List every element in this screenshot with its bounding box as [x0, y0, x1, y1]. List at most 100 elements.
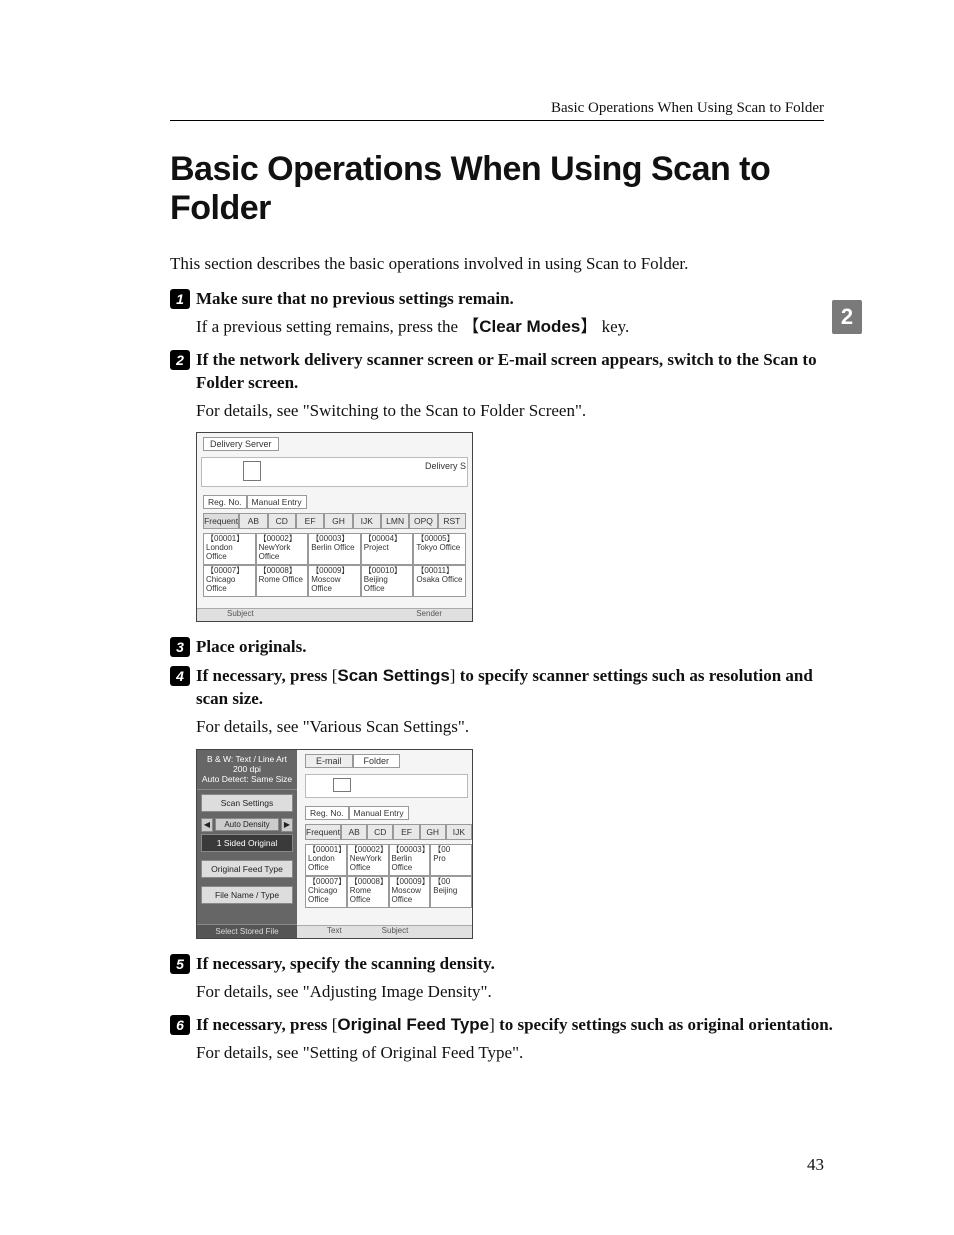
folder-icon — [333, 778, 351, 792]
reg-no-button[interactable]: Reg. No. — [305, 806, 349, 820]
delivery-server-screenshot: Delivery Server Delivery S Reg. No. Manu… — [196, 432, 473, 622]
alpha-tab[interactable]: AB — [341, 824, 367, 840]
destination-button[interactable]: 【00009】 Moscow Office — [389, 876, 431, 908]
destination-button[interactable]: 【00003】 Berlin Office — [308, 533, 361, 565]
original-feed-type-key: Original Feed Type — [332, 1015, 495, 1034]
step-6-title-a: If necessary, press — [196, 1015, 332, 1034]
alpha-tab[interactable]: OPQ — [409, 513, 437, 529]
running-head: Basic Operations When Using Scan to Fold… — [551, 100, 824, 117]
subject-button[interactable]: Subject — [382, 926, 409, 938]
step-number-icon: 4 — [170, 666, 190, 686]
folder-tab[interactable]: Folder — [353, 754, 401, 768]
select-stored-file-button[interactable]: Select Stored File — [197, 924, 297, 938]
sided-original-button[interactable]: 1 Sided Original — [201, 834, 293, 852]
reg-row: Reg. No. Manual Entry — [305, 806, 409, 820]
alpha-tab[interactable]: Frequent — [305, 824, 341, 840]
scan-mode-display: B & W: Text / Line Art 200 dpi Auto Dete… — [197, 750, 297, 790]
destination-button[interactable]: 【00003】 Berlin Office — [389, 844, 431, 876]
mode-line: 200 dpi — [199, 764, 295, 774]
density-up-icon[interactable]: ▶ — [281, 818, 293, 832]
destination-button[interactable]: 【00009】 Moscow Office — [308, 565, 361, 597]
step-6: 6 If necessary, press Original Feed Type… — [170, 1014, 834, 1065]
step-5-body: For details, see "Adjusting Image Densit… — [196, 980, 834, 1004]
file-name-type-button[interactable]: File Name / Type — [201, 886, 293, 904]
step-4-body: For details, see "Various Scan Settings"… — [196, 715, 834, 739]
delivery-server-tab[interactable]: Delivery Server — [203, 437, 279, 451]
step-number-icon: 5 — [170, 954, 190, 974]
step-4-title: If necessary, press Scan Settings to spe… — [196, 665, 834, 711]
alpha-tab[interactable]: LMN — [381, 513, 409, 529]
destination-button[interactable]: 【00002】 NewYork Office — [256, 533, 309, 565]
step-number-icon: 3 — [170, 637, 190, 657]
alpha-tab[interactable]: EF — [393, 824, 419, 840]
dest-row: 【00001】 London Office 【00002】 NewYork Of… — [203, 533, 466, 565]
alpha-tab[interactable]: GH — [420, 824, 446, 840]
destination-button[interactable]: 【00 Pro — [430, 844, 472, 876]
destination-button[interactable]: 【00008】 Rome Office — [256, 565, 309, 597]
right-panel: E-mail Folder Reg. No. Manual Entry Freq… — [297, 750, 472, 938]
step-1-text-b: key. — [597, 317, 629, 336]
mode-tabs: E-mail Folder — [305, 754, 400, 768]
alpha-tab[interactable]: Frequent — [203, 513, 239, 529]
alpha-tabs: Frequent AB CD EF GH IJK LMN OPQ RST — [203, 513, 466, 529]
step-2: 2 If the network delivery scanner screen… — [170, 349, 834, 423]
scan-settings-key: Scan Settings — [332, 666, 456, 685]
alpha-tab[interactable]: EF — [296, 513, 324, 529]
delivery-label: Delivery S — [425, 461, 466, 471]
email-tab[interactable]: E-mail — [305, 754, 353, 768]
destination-button[interactable]: 【00011】 Osaka Office — [413, 565, 466, 597]
mode-line: Auto Detect: Same Size — [199, 774, 295, 784]
destination-button[interactable]: 【00007】 Chicago Office — [305, 876, 347, 908]
density-down-icon[interactable]: ◀ — [201, 818, 213, 832]
document-icon — [243, 461, 261, 481]
page-title: Basic Operations When Using Scan to Fold… — [170, 150, 834, 228]
alpha-tab[interactable]: CD — [268, 513, 296, 529]
bottom-bar: Subject Sender — [197, 608, 472, 621]
step-2-title: If the network delivery scanner screen o… — [196, 349, 834, 395]
alpha-tab[interactable]: AB — [239, 513, 267, 529]
destination-button[interactable]: 【00010】 Beijing Office — [361, 565, 414, 597]
destination-button[interactable]: 【00001】 London Office — [305, 844, 347, 876]
auto-density-button[interactable]: Auto Density — [215, 818, 279, 831]
subject-button[interactable]: Subject — [227, 609, 254, 621]
density-control: ◀ Auto Density ▶ — [201, 818, 293, 832]
manual-entry-button[interactable]: Manual Entry — [247, 495, 307, 509]
step-6-title-b: to specify settings such as original ori… — [495, 1015, 833, 1034]
scan-settings-button[interactable]: Scan Settings — [201, 794, 293, 812]
step-6-title: If necessary, press Original Feed Type t… — [196, 1014, 833, 1037]
step-5-title: If necessary, specify the scanning densi… — [196, 953, 495, 976]
alpha-tab[interactable]: IJK — [446, 824, 472, 840]
step-1-title: Make sure that no previous settings rema… — [196, 288, 514, 311]
destination-button[interactable]: 【00005】 Tokyo Office — [413, 533, 466, 565]
original-feed-type-button[interactable]: Original Feed Type — [201, 860, 293, 878]
destination-button[interactable]: 【00004】 Project — [361, 533, 414, 565]
reg-row: Reg. No. Manual Entry — [203, 495, 307, 509]
destination-button[interactable]: 【00008】 Rome Office — [347, 876, 389, 908]
alpha-tab[interactable]: IJK — [353, 513, 381, 529]
step-4: 4 If necessary, press Scan Settings to s… — [170, 665, 834, 739]
text-button[interactable]: Text — [327, 926, 342, 938]
destination-button[interactable]: 【00002】 NewYork Office — [347, 844, 389, 876]
intro-paragraph: This section describes the basic operati… — [170, 254, 834, 274]
chapter-side-tab: 2 — [832, 300, 862, 334]
manual-entry-button[interactable]: Manual Entry — [349, 806, 409, 820]
sender-button[interactable]: Sender — [416, 609, 442, 621]
alpha-tab[interactable]: CD — [367, 824, 393, 840]
step-5: 5 If necessary, specify the scanning den… — [170, 953, 834, 1004]
alpha-tabs: Frequent AB CD EF GH IJK — [305, 824, 472, 840]
reg-no-button[interactable]: Reg. No. — [203, 495, 247, 509]
step-number-icon: 1 — [170, 289, 190, 309]
alpha-tab[interactable]: RST — [438, 513, 466, 529]
step-1: 1 Make sure that no previous settings re… — [170, 288, 834, 339]
header-rule — [170, 120, 824, 121]
destination-button[interactable]: 【00007】 Chicago Office — [203, 565, 256, 597]
dest-row: 【00001】 London Office 【00002】 NewYork Of… — [305, 844, 472, 876]
step-number-icon: 6 — [170, 1015, 190, 1035]
step-1-text-a: If a previous setting remains, press the — [196, 317, 462, 336]
destination-button[interactable]: 【00 Beijing — [430, 876, 472, 908]
step-6-body: For details, see "Setting of Original Fe… — [196, 1041, 834, 1065]
alpha-tab[interactable]: GH — [324, 513, 352, 529]
step-1-body: If a previous setting remains, press the… — [196, 315, 834, 339]
destination-button[interactable]: 【00001】 London Office — [203, 533, 256, 565]
clear-modes-key: Clear Modes — [462, 317, 597, 336]
